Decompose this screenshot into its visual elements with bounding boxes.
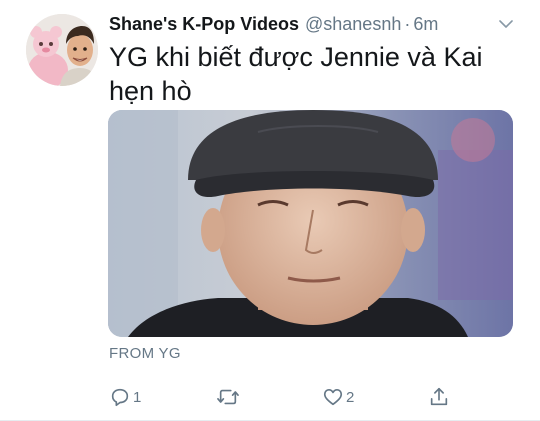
share-button[interactable] (428, 384, 450, 410)
avatar[interactable] (26, 14, 98, 86)
comment-icon (111, 388, 129, 407)
like-count: 2 (346, 388, 355, 406)
tweet-header: Shane's K-Pop Videos @shanesnh · 6m (109, 10, 529, 38)
chevron-down-icon[interactable] (498, 16, 514, 32)
heart-icon (323, 389, 343, 406)
tweet-media[interactable] (108, 110, 513, 337)
reply-count: 1 (133, 388, 142, 406)
tweet-actions: 1 2 (109, 384, 454, 410)
tweet-text: YG khi biết được Jennie và Kai hẹn hò (109, 42, 483, 106)
avatar-image (26, 14, 98, 86)
media-photo (108, 110, 513, 337)
retweet-button[interactable] (216, 384, 242, 410)
separator-dot: · (404, 13, 411, 34)
media-caption[interactable]: FROM YG (109, 345, 181, 362)
display-name[interactable]: Shane's K-Pop Videos (109, 14, 299, 35)
reply-button[interactable]: 1 (109, 384, 141, 410)
tweet[interactable]: Shane's K-Pop Videos @shanesnh · 6m YG k… (0, 0, 540, 421)
timestamp[interactable]: 6m (413, 14, 438, 35)
retweet-icon (217, 389, 239, 405)
share-icon (430, 387, 448, 406)
handle[interactable]: @shanesnh (305, 14, 401, 35)
like-button[interactable]: 2 (322, 384, 354, 410)
